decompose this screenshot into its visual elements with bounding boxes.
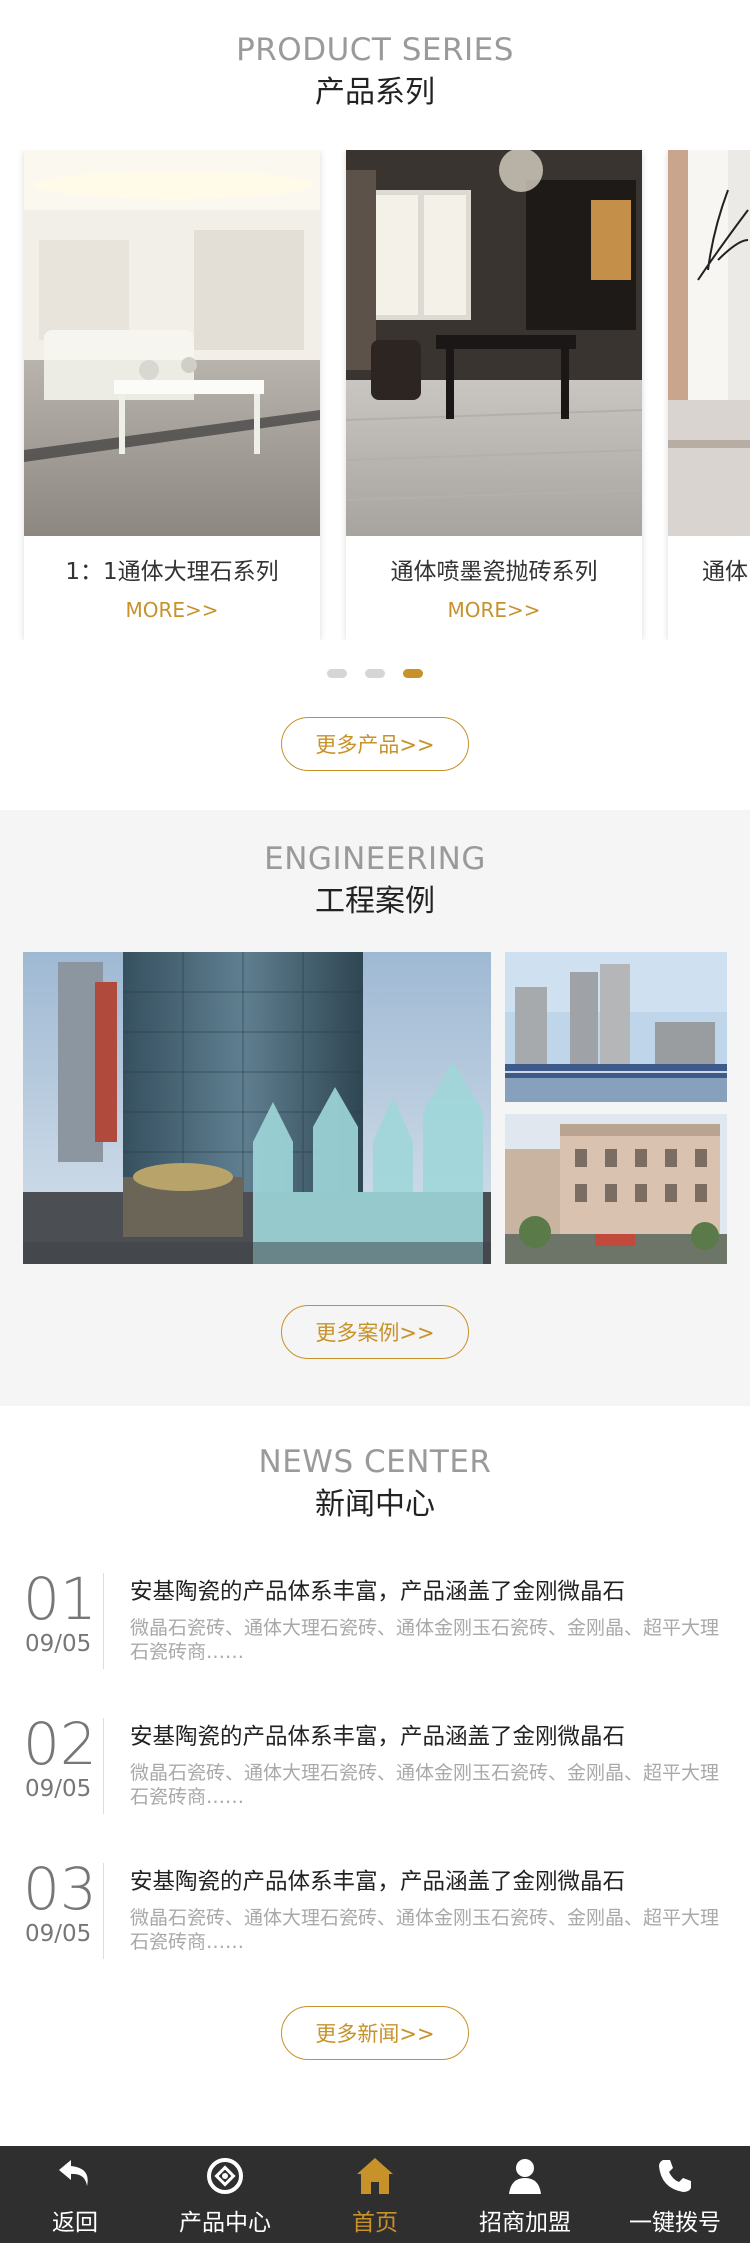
product-image[interactable] <box>24 150 320 536</box>
news-item[interactable]: 03 09/05 安基陶瓷的产品体系丰富，产品涵盖了金刚微晶石 微晶石瓷砖、通体… <box>0 1859 750 1959</box>
case-image-small[interactable] <box>505 1114 727 1264</box>
news-title[interactable]: 安基陶瓷的产品体系丰富，产品涵盖了金刚微晶石 <box>130 1719 730 1751</box>
product-card[interactable]: 通体喷墨瓷抛砖系列 MORE>> <box>346 150 642 640</box>
product-name[interactable]: 1：1通体大理石系列 <box>24 552 320 586</box>
case-image-small[interactable] <box>505 952 727 1102</box>
home-icon <box>357 2158 393 2194</box>
product-more-link[interactable]: MORE>> <box>24 598 320 622</box>
product-card[interactable]: 1：1通体大理石系列 MORE>> <box>24 150 320 640</box>
product-name[interactable]: 通体喷墨瓷抛砖系列 <box>346 552 642 586</box>
pager-dot[interactable] <box>365 669 385 678</box>
product-image[interactable] <box>346 150 642 536</box>
product-card[interactable]: 通体 <box>668 150 750 640</box>
news-summary: 微晶石瓷砖、通体大理石瓷砖、通体金刚玉石瓷砖、金刚晶、超平大理石瓷砖商…… <box>130 1617 720 1663</box>
nav-item-back[interactable]: 返回 <box>0 2146 150 2243</box>
nav-item-home[interactable]: 首页 <box>300 2146 450 2243</box>
pager-dot[interactable] <box>327 669 347 678</box>
more-cases-button[interactable]: 更多案例>> <box>281 1305 469 1359</box>
news-item[interactable]: 01 09/05 安基陶瓷的产品体系丰富，产品涵盖了金刚微晶石 微晶石瓷砖、通体… <box>0 1569 750 1669</box>
news-item[interactable]: 02 09/05 安基陶瓷的产品体系丰富，产品涵盖了金刚微晶石 微晶石瓷砖、通体… <box>0 1714 750 1814</box>
news-title[interactable]: 安基陶瓷的产品体系丰富，产品涵盖了金刚微晶石 <box>130 1574 730 1606</box>
news-center-section: NEWS CENTER 新闻中心 01 09/05 安基陶瓷的产品体系丰富，产品… <box>0 1406 750 2146</box>
nav-label: 产品中心 <box>179 2210 271 2236</box>
news-number: 01 <box>23 1565 97 1633</box>
nav-item-call[interactable]: 一键拨号 <box>600 2146 750 2243</box>
back-arrow-icon <box>59 2160 88 2186</box>
carousel-pager <box>0 669 750 678</box>
section-title: NEWS CENTER 新闻中心 <box>0 1443 750 1525</box>
news-number: 03 <box>23 1855 97 1923</box>
user-icon <box>509 2159 541 2194</box>
engineering-section: ENGINEERING 工程案例 更多案例>> <box>0 810 750 1406</box>
phone-icon <box>659 2160 691 2192</box>
section-title-cn: 新闻中心 <box>315 1487 435 1522</box>
product-series-section: PRODUCT SERIES 产品系列 1：1通体大理石系列 MORE>> 通体… <box>0 0 750 810</box>
section-title: ENGINEERING 工程案例 <box>0 840 750 922</box>
section-title-en: NEWS CENTER <box>258 1444 492 1480</box>
news-date: 09/05 <box>25 1921 92 1947</box>
nav-label: 一键拨号 <box>629 2210 721 2236</box>
nav-label: 招商加盟 <box>479 2210 571 2236</box>
nav-label: 返回 <box>52 2210 98 2236</box>
case-image-large[interactable] <box>23 952 491 1264</box>
nav-item-products[interactable]: 产品中心 <box>150 2146 300 2243</box>
section-title-cn: 工程案例 <box>315 884 435 919</box>
news-title[interactable]: 安基陶瓷的产品体系丰富，产品涵盖了金刚微晶石 <box>130 1864 730 1896</box>
product-image[interactable] <box>668 150 750 536</box>
news-summary: 微晶石瓷砖、通体大理石瓷砖、通体金刚玉石瓷砖、金刚晶、超平大理石瓷砖商…… <box>130 1762 720 1808</box>
section-title: PRODUCT SERIES 产品系列 <box>0 31 750 113</box>
product-center-icon <box>207 2158 243 2194</box>
news-summary: 微晶石瓷砖、通体大理石瓷砖、通体金刚玉石瓷砖、金刚晶、超平大理石瓷砖商…… <box>130 1907 720 1953</box>
product-name[interactable]: 通体 <box>668 552 750 586</box>
pager-dot-active[interactable] <box>403 669 423 678</box>
more-products-button[interactable]: 更多产品>> <box>281 717 469 771</box>
nav-item-join[interactable]: 招商加盟 <box>450 2146 600 2243</box>
product-carousel[interactable]: 1：1通体大理石系列 MORE>> 通体喷墨瓷抛砖系列 MORE>> 通体 <box>0 150 750 640</box>
news-divider <box>103 1573 104 1669</box>
section-title-en: ENGINEERING <box>264 841 486 877</box>
news-date: 09/05 <box>25 1776 92 1802</box>
news-divider <box>103 1718 104 1814</box>
section-title-cn: 产品系列 <box>315 75 435 110</box>
news-number: 02 <box>23 1710 97 1778</box>
news-date: 09/05 <box>25 1631 92 1657</box>
product-more-link[interactable]: MORE>> <box>346 598 642 622</box>
bottom-nav: 返回 产品中心 首页 招商加盟 一键拨号 <box>0 2146 750 2243</box>
section-title-en: PRODUCT SERIES <box>236 32 514 68</box>
more-news-button[interactable]: 更多新闻>> <box>281 2006 469 2060</box>
news-divider <box>103 1863 104 1959</box>
nav-label: 首页 <box>352 2210 398 2236</box>
